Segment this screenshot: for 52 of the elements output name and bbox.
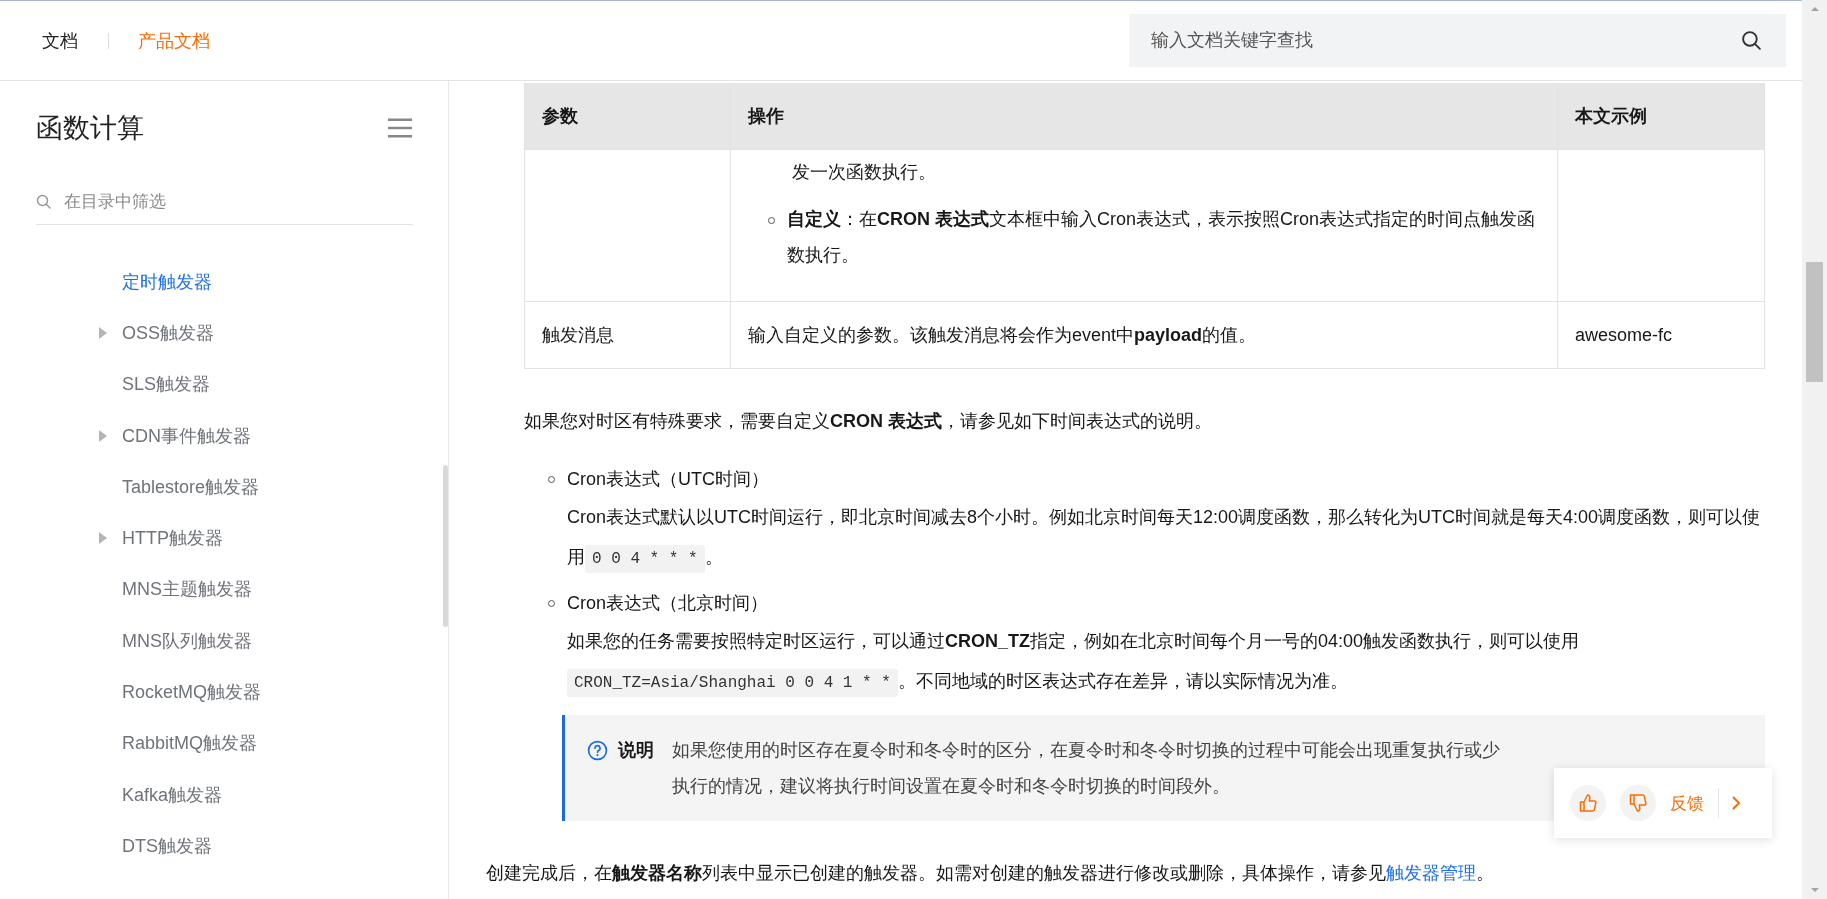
scroll-up-icon[interactable] [1809,6,1820,12]
thumbs-up-icon [1578,793,1598,813]
table-cell-text: 发一次函数执行。 [791,161,937,184]
sidebar-item[interactable]: Tablestore触发器 [122,474,260,499]
sidebar-item[interactable]: MNS队列触发器 [122,628,252,653]
scrollbar[interactable] [1802,0,1827,899]
sidebar-item[interactable]: RocketMQ触发器 [122,680,262,704]
sidebar-item[interactable]: HTTP触发器 [122,526,223,551]
like-button[interactable] [1570,785,1606,821]
note-text: 如果您使用的时区存在夏令时和冬令时的区分，在夏令时和冬令时切换的过程中可能会出现重复执行或少执行的情况，建议将执行时间设置在夏令时和冬令时切换的时间段外。 [672,739,1501,798]
sidebar-item[interactable]: Kafka触发器 [122,782,223,807]
list-item-text: 如果您的任务需要按照特定时区运行，可以通过CRON_TZ指定，例如在北京时间每个月一号的04:00触发函数执行，则可以使用 CRON_TZ=Asia/Shanghai 0 0 4 1 * * 。不同地域的时区表达式存在差异，请以实际情况为准。 [567,621,1765,703]
menu-icon[interactable] [388,118,412,138]
caret-icon[interactable] [99,429,107,442]
search-icon [36,194,52,210]
column-header: 参数 [525,83,731,149]
sidebar-item[interactable]: SLS触发器 [122,372,211,397]
sidebar-item[interactable]: CDN事件触发器 [122,423,251,448]
sidebar-item[interactable]: DTS触发器 [122,833,212,858]
caret-icon[interactable] [99,532,107,545]
feedback-label[interactable]: 反馈 [1670,791,1704,815]
sidebar-item[interactable]: OSS触发器 [122,320,214,345]
column-header: 本文示例 [1574,105,1648,128]
help-icon [587,740,608,761]
table-cell-text: 触发消息 [542,324,615,347]
paragraph: 创建完成后，在触发器名称列表中显示已创建的触发器。如需对创建的触发器进行修改或删除，具体操作，请参见触发器管理。 [486,862,1495,885]
filter-field[interactable]: 在目录中筛选 [36,180,413,225]
caret-icon[interactable] [99,326,107,339]
list-item-text: Cron表达式默认以UTC时间运行，即北京时间减去8个小时。例如北京时间每天12:00调度函数，那么转化为UTC时间就是每天4:00调度函数，则可以使用 0 0 4 * * * 。 [567,497,1765,579]
chevron-right-icon[interactable] [1731,795,1741,811]
sidebar-scrollbar-thumb[interactable] [443,465,448,627]
sidebar-item[interactable]: RabbitMQ触发器 [122,731,258,756]
nav-link[interactable]: 产品文档 [138,28,210,53]
table-cell-text: 输入自定义的参数。该触发消息将会作为event中payload的值。 [748,324,1258,347]
search-field[interactable]: 输入文档关键字查找 [1129,14,1786,67]
nav-link[interactable]: 文档 [42,28,78,53]
dislike-button[interactable] [1620,785,1656,821]
list-item-title: Cron表达式（UTC时间） [567,468,770,491]
column-header: 操作 [731,83,1558,149]
note-label: 说明 [618,739,654,762]
paragraph: 如果您对时区有特殊要求，需要自定义CRON 表达式，请参见如下时间表达式的说明。 [524,410,1213,433]
sidebar-title: 函数计算 [36,112,144,145]
table-cell-text: awesome-fc [1575,324,1674,347]
table-cell-text: 自定义：在CRON 表达式文本框中输入Cron表达式，表示按照Cron表达式指定的时间点触发函数执行。 [787,208,1537,267]
sidebar-item[interactable]: MNS主题触发器 [122,577,252,602]
list-item-title: Cron表达式（北京时间） [567,592,769,615]
scrollbar-thumb[interactable] [1806,262,1823,382]
thumbs-down-icon [1628,793,1648,813]
search-icon[interactable] [1741,30,1762,51]
sidebar-item[interactable]: 定时触发器 [122,269,212,294]
scroll-down-icon[interactable] [1809,887,1820,893]
link[interactable]: 触发器管理 [1386,863,1476,883]
